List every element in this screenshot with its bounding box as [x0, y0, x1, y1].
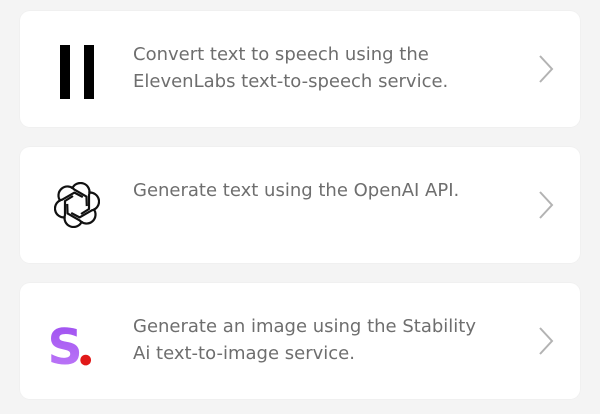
stability-ai-logo-icon: S	[48, 303, 104, 379]
service-card-stability-ai[interactable]: S Generate an image using the Stability …	[20, 283, 580, 399]
stability-logo-letter: S	[48, 319, 83, 376]
service-card-elevenlabs[interactable]: Convert text to speech using the ElevenL…	[20, 11, 580, 127]
service-card-openai[interactable]: Generate text using the OpenAI API.	[20, 147, 580, 263]
service-description: Generate an image using the Stability Ai…	[133, 316, 476, 364]
elevenlabs-logo-icon	[50, 31, 104, 107]
chevron-right-icon	[539, 191, 554, 219]
chevron-right-icon	[539, 55, 554, 83]
openai-logo-icon	[50, 167, 104, 243]
service-list: Convert text to speech using the ElevenL…	[0, 0, 600, 414]
chevron-right-icon	[539, 327, 554, 355]
service-description: Convert text to speech using the ElevenL…	[133, 44, 449, 92]
service-description: Generate text using the OpenAI API.	[133, 180, 460, 201]
